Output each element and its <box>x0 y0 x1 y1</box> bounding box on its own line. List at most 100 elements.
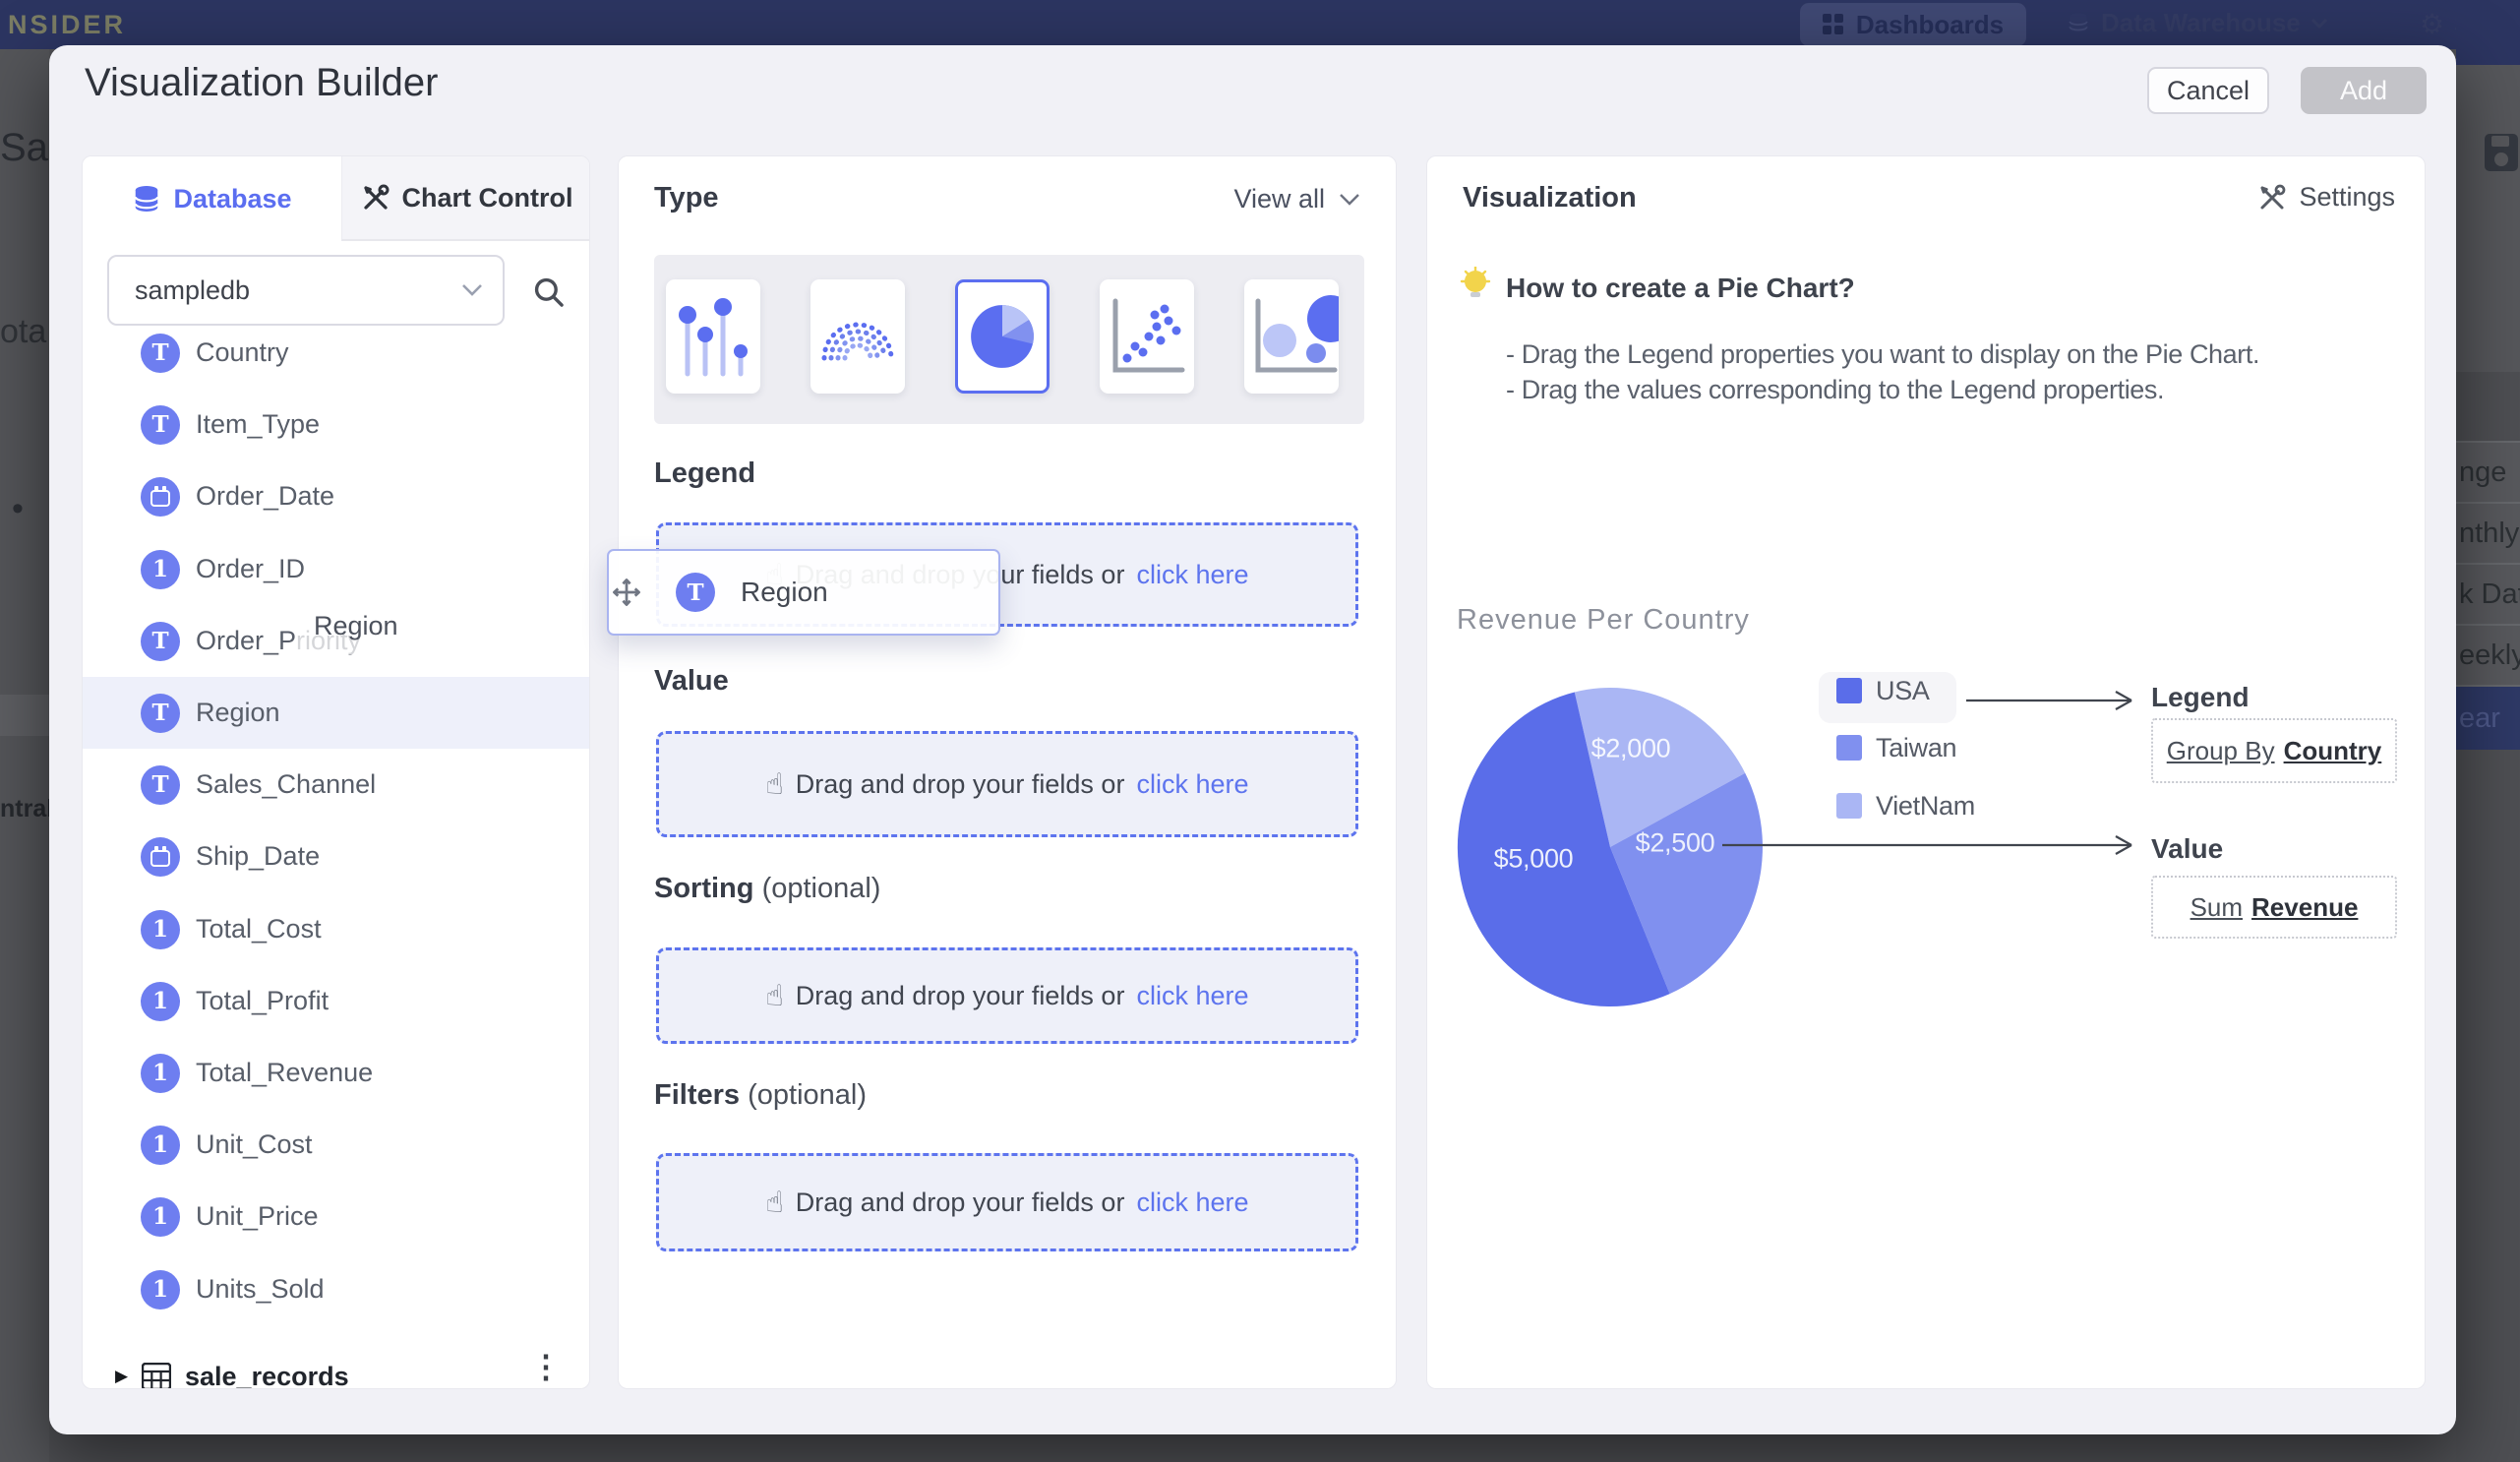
text-field-icon: T <box>141 765 180 805</box>
text-field-icon: T <box>141 334 180 373</box>
database-icon <box>2066 11 2091 36</box>
save-icon <box>2485 134 2518 173</box>
chart-type-scatter[interactable] <box>1100 279 1194 394</box>
field-row[interactable]: 1 Units_Sold <box>83 1253 590 1325</box>
modal-title: Visualization Builder <box>85 61 438 105</box>
tip-line: - Drag the values corresponding to the L… <box>1506 375 2164 405</box>
table-icon <box>142 1363 171 1389</box>
field-label: Total_Cost <box>196 914 322 944</box>
sorting-dropzone[interactable]: ☝ Drag and drop your fields or click her… <box>656 947 1358 1044</box>
dashboards-icon <box>1823 14 1844 35</box>
field-row-region-selected[interactable]: T Region <box>83 677 590 749</box>
tab-chart-control-label: Chart Control <box>402 183 573 213</box>
drag-chip-region[interactable]: T Region <box>607 549 1000 636</box>
field-row[interactable]: 1 Unit_Price <box>83 1181 590 1252</box>
tools-icon <box>361 183 390 213</box>
field-row[interactable]: T Country <box>83 317 590 389</box>
kebab-menu-icon[interactable]: ⋮ <box>530 1348 562 1385</box>
gear-icon: ⚙ <box>2420 8 2444 40</box>
search-button[interactable] <box>527 271 570 314</box>
table-row-sale-records[interactable]: ▶ sale_records ⋮ <box>83 1342 590 1389</box>
table-name: sale_records <box>185 1362 349 1390</box>
tap-icon: ☝ <box>765 1186 783 1220</box>
mapping-value-box[interactable]: Sum Revenue <box>2151 876 2397 939</box>
nav-dashboards-button[interactable]: Dashboards <box>1800 3 2026 46</box>
value-dropzone[interactable]: ☝ Drag and drop your fields or click her… <box>656 731 1358 837</box>
field-label: Total_Revenue <box>196 1058 373 1088</box>
caret-right-icon[interactable]: ▶ <box>115 1367 128 1386</box>
field-row[interactable]: T Item_Type <box>83 389 590 460</box>
chevron-down-icon <box>461 283 483 297</box>
bg-bullet: • <box>12 490 24 528</box>
database-select[interactable]: sampledb <box>107 255 505 326</box>
bg-navbar-edge <box>2456 0 2520 65</box>
chart-type-pie-selected[interactable] <box>955 279 1050 394</box>
legend-label: VietNam <box>1876 791 1975 822</box>
legend-section-heading: Legend <box>654 457 755 490</box>
bg-subheading-fragment: ota <box>0 313 46 351</box>
click-here-link[interactable]: click here <box>1136 1188 1248 1218</box>
click-here-link[interactable]: click here <box>1136 560 1248 590</box>
background-right-strip: nge nthly k Date eekly ear <box>2456 0 2520 1462</box>
chart-title: Revenue Per Country <box>1457 604 1750 637</box>
text-field-icon: T <box>141 405 180 445</box>
bg-option-row: nthly <box>2456 502 2520 563</box>
visualization-panel: Visualization Settings How to create a P… <box>1426 155 2426 1389</box>
view-all-button[interactable]: View all <box>1233 184 1360 214</box>
number-field-icon: 1 <box>141 982 180 1021</box>
tab-database-label: Database <box>173 184 291 214</box>
bg-option-row-selected: ear <box>2456 685 2520 750</box>
date-field-icon <box>141 477 180 517</box>
bg-band <box>0 695 49 736</box>
bg-block <box>2456 372 2520 441</box>
field-label: Country <box>196 337 289 368</box>
number-field-icon: 1 <box>141 1270 180 1310</box>
click-here-link[interactable]: click here <box>1136 769 1248 800</box>
chart-type-lollipop[interactable] <box>666 279 760 394</box>
cancel-button[interactable]: Cancel <box>2147 67 2269 114</box>
legend-swatch-vietnam <box>1836 793 1862 819</box>
field-row[interactable]: 1 Order_ID <box>83 533 590 605</box>
click-here-link[interactable]: click here <box>1136 981 1248 1011</box>
bg-option-row: nge <box>2456 441 2520 502</box>
add-button[interactable]: Add <box>2301 67 2427 114</box>
field-row[interactable]: 1 Total_Profit <box>83 965 590 1037</box>
text-field-icon: T <box>676 573 715 612</box>
bg-option-row: eekly <box>2456 624 2520 685</box>
number-field-icon: 1 <box>141 550 180 589</box>
field-row[interactable]: Ship_Date <box>83 821 590 892</box>
chart-type-arc[interactable] <box>810 279 905 394</box>
chevron-down-icon <box>2310 18 2328 30</box>
settings-button[interactable]: Settings <box>2257 182 2395 213</box>
field-label: Order_ID <box>196 554 305 584</box>
mapping-legend-box[interactable]: Group By Country <box>2151 718 2397 783</box>
field-row[interactable]: 1 Unit_Cost <box>83 1109 590 1181</box>
search-icon <box>532 275 566 309</box>
tab-database[interactable]: Database <box>83 156 341 241</box>
chart-type-bubble[interactable] <box>1244 279 1339 394</box>
field-row[interactable]: Order_Date <box>83 460 590 532</box>
field-row[interactable]: 1 Total_Cost <box>83 893 590 965</box>
date-field-icon <box>141 837 180 877</box>
tap-icon: ☝ <box>765 979 783 1013</box>
tab-chart-control[interactable]: Chart Control <box>341 156 590 241</box>
database-icon <box>132 184 161 213</box>
pie-value-label: $2,500 <box>1636 828 1715 859</box>
nav-data-warehouse[interactable]: Data Warehouse <box>2066 8 2328 38</box>
sorting-section-heading: Sorting (optional) <box>654 873 880 905</box>
field-label: Order_Date <box>196 481 334 512</box>
tip-line: - Drag the Legend properties you want to… <box>1506 339 2259 370</box>
lightbulb-icon <box>1459 267 1492 304</box>
drag-ghost-label: Region <box>296 597 564 654</box>
mapping-legend-label: Legend <box>2151 682 2250 713</box>
filters-dropzone[interactable]: ☝ Drag and drop your fields or click her… <box>656 1153 1358 1251</box>
value-section-heading: Value <box>654 665 729 698</box>
legend-label: USA <box>1876 676 1930 706</box>
tools-icon <box>2257 183 2287 213</box>
number-field-icon: 1 <box>141 910 180 949</box>
field-row[interactable]: 1 Total_Revenue <box>83 1037 590 1109</box>
field-label: Item_Type <box>196 409 320 440</box>
tap-icon: ☝ <box>765 767 783 802</box>
background-left-strip: Sal ota • ntral <box>0 49 49 1462</box>
field-row[interactable]: T Sales_Channel <box>83 749 590 821</box>
